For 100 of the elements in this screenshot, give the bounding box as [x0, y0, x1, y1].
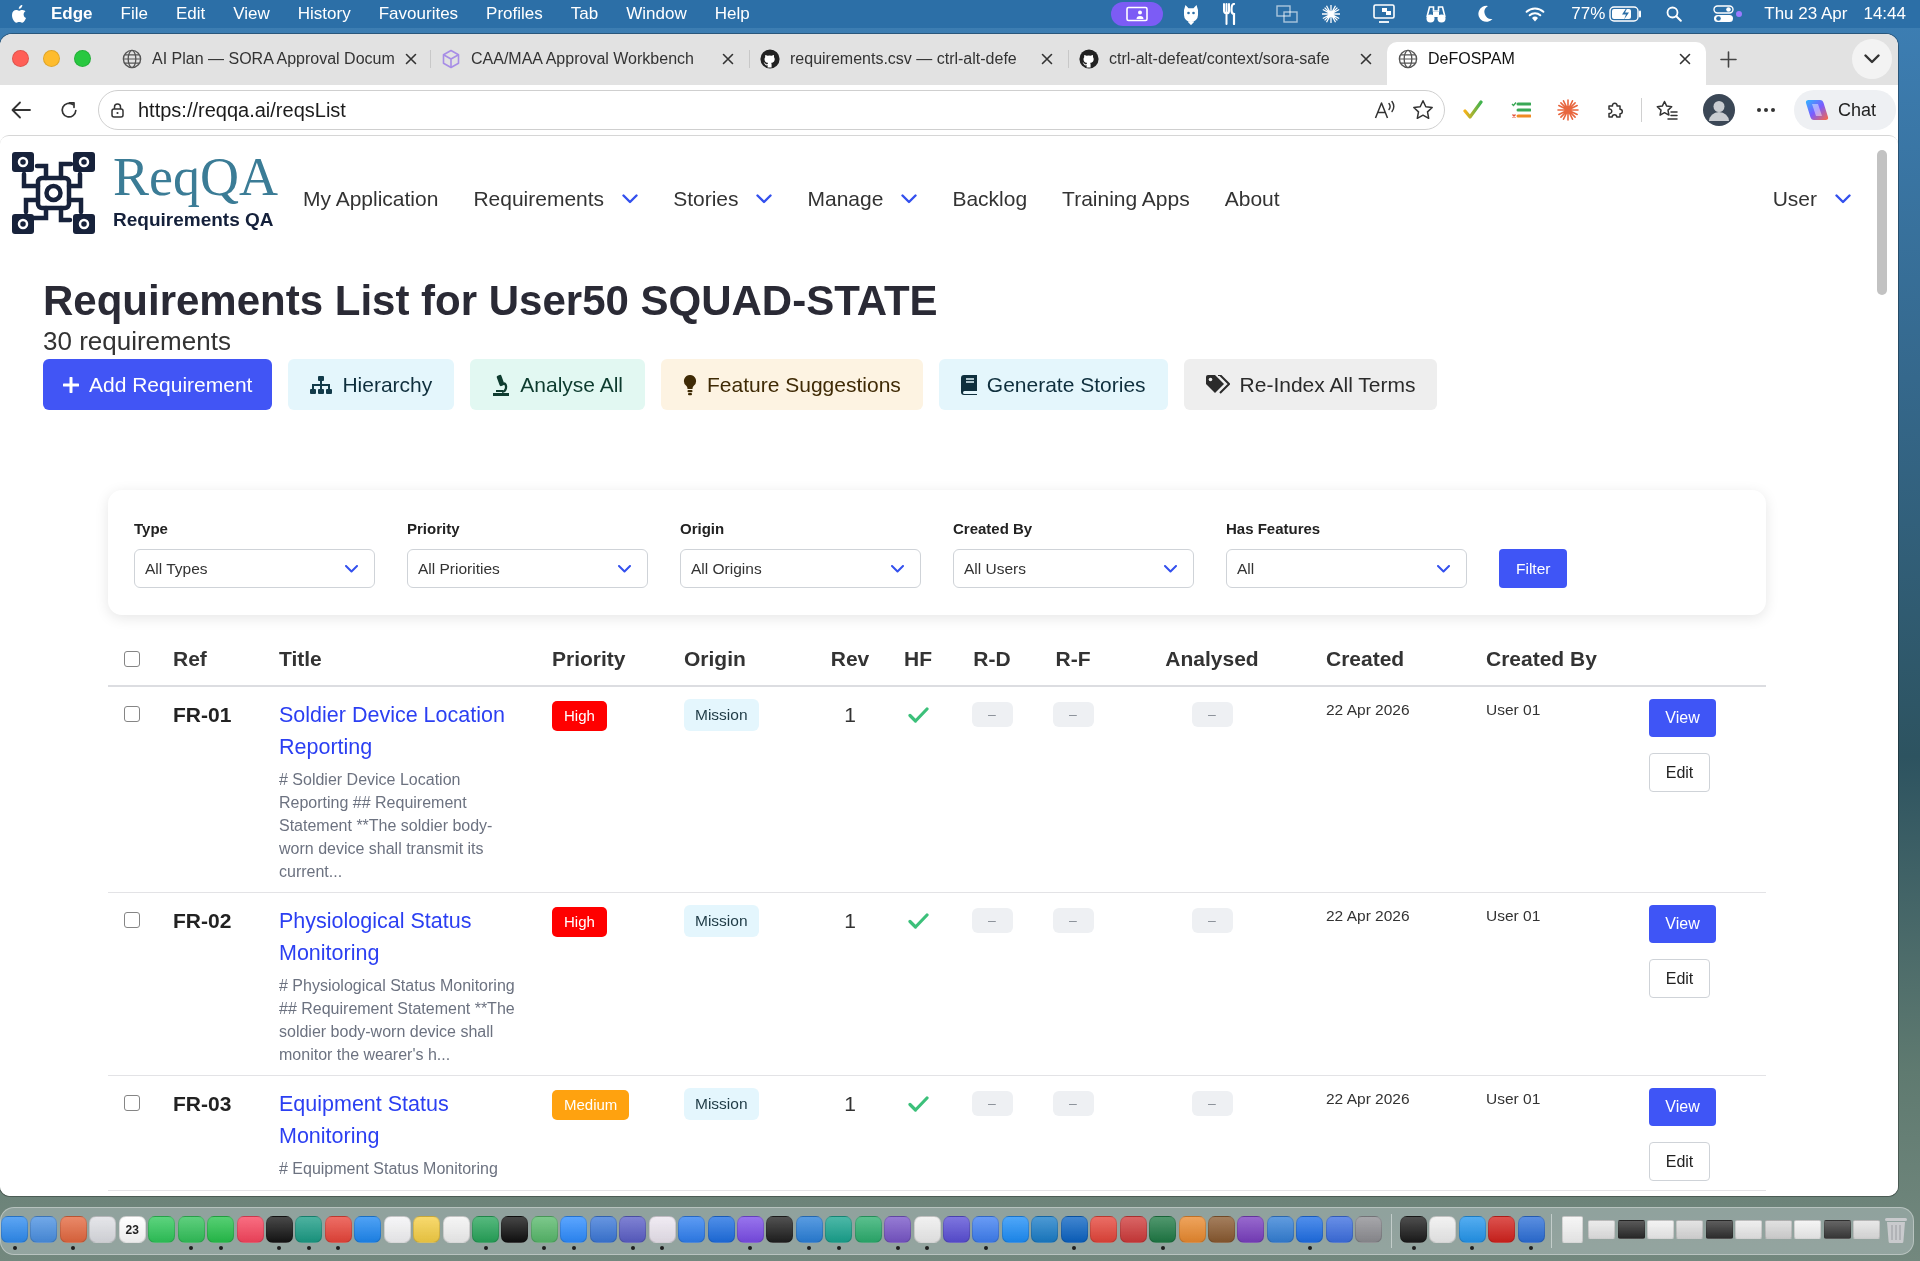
browser-tab[interactable]: CAA/MAA Approval Workbench [430, 42, 749, 85]
window-thumbnail[interactable] [1705, 1220, 1733, 1239]
window-thumbnail[interactable] [1853, 1220, 1880, 1239]
toggles-icon[interactable] [1713, 5, 1744, 23]
close-icon[interactable] [404, 53, 417, 65]
nav-menu[interactable]: Manage [807, 186, 918, 212]
requirement-title-link[interactable]: Physiological Status Monitoring [279, 905, 532, 969]
check-icon[interactable] [1463, 100, 1483, 120]
row-checkbox[interactable] [124, 1095, 140, 1111]
browser-tab[interactable]: DeFOSPAM [1387, 42, 1706, 85]
asterisk-icon[interactable] [1321, 4, 1342, 24]
menu-item[interactable]: History [297, 4, 351, 24]
type-select[interactable]: All Types [134, 549, 375, 588]
nav-link[interactable]: Backlog [952, 186, 1028, 212]
menu-item[interactable]: Profiles [486, 4, 543, 24]
requirement-title-link[interactable]: Soldier Device Location Reporting [279, 699, 532, 763]
browser-tab[interactable]: AI Plan — SORA Approval Docum [111, 42, 430, 85]
favorite-star-icon[interactable] [1412, 99, 1434, 121]
window-thumbnail[interactable] [1735, 1220, 1763, 1239]
close-window-button[interactable] [12, 50, 29, 67]
cat-head-icon[interactable] [1182, 3, 1201, 25]
select-all-checkbox[interactable] [124, 651, 140, 667]
sparkle-icon[interactable] [1557, 99, 1579, 121]
monitor-icon[interactable] [1373, 4, 1396, 24]
analyse-all-button[interactable]: Analyse All [470, 359, 646, 410]
nav-link[interactable]: About [1224, 186, 1280, 212]
close-icon[interactable] [722, 53, 734, 65]
priority-select[interactable]: All Priorities [407, 549, 648, 588]
user-menu[interactable]: User [1772, 186, 1851, 212]
window-thumbnail[interactable] [1823, 1220, 1851, 1239]
nav-menu[interactable]: Requirements [473, 186, 639, 212]
view-button[interactable]: View [1649, 905, 1716, 943]
binoculars-icon[interactable] [1425, 4, 1448, 24]
add-requirement-button[interactable]: Add Requirement [43, 359, 273, 410]
requirement-title-link[interactable]: Equipment Status Monitoring [279, 1088, 532, 1152]
close-icon[interactable] [1679, 53, 1691, 65]
window-thumbnail[interactable] [1794, 1220, 1822, 1239]
hierarchy-button[interactable]: Hierarchy [288, 359, 455, 410]
checklist-icon[interactable] [1511, 101, 1531, 119]
close-icon[interactable] [1360, 53, 1372, 65]
puzzle-icon[interactable] [1606, 100, 1626, 120]
search-icon[interactable] [1666, 6, 1683, 22]
reindex-terms-button[interactable]: Re-Index All Terms [1183, 359, 1438, 410]
menu-item[interactable]: Edit [175, 4, 206, 24]
app-icon[interactable] [766, 1216, 794, 1243]
new-tab-icon[interactable] [1720, 51, 1737, 68]
favorites-icon[interactable] [1656, 100, 1678, 120]
menu-item[interactable]: Help [714, 4, 750, 24]
view-button[interactable]: View [1649, 1088, 1716, 1126]
nav-menu[interactable]: Stories [673, 186, 773, 212]
maximize-window-button[interactable] [74, 50, 91, 67]
edit-button[interactable]: Edit [1649, 1142, 1710, 1181]
menu-item[interactable]: Window [626, 4, 687, 24]
avatar-icon[interactable] [1703, 94, 1735, 126]
nav-link[interactable]: Training Apps [1062, 186, 1190, 212]
lock-icon[interactable] [111, 102, 124, 118]
row-checkbox[interactable] [124, 912, 140, 928]
window-thumbnail[interactable] [1676, 1220, 1704, 1239]
has-features-select[interactable]: All [1226, 549, 1467, 588]
edit-button[interactable]: Edit [1649, 959, 1710, 998]
overlapping-windows-icon[interactable] [1276, 5, 1299, 23]
app-icon[interactable]: 23 [118, 1216, 146, 1243]
view-button[interactable]: View [1649, 699, 1716, 737]
close-icon[interactable] [1041, 53, 1053, 65]
screen-share-icon[interactable] [1111, 2, 1164, 26]
back-icon[interactable] [11, 101, 31, 119]
trash-icon[interactable] [1883, 1216, 1908, 1243]
app-icon[interactable] [1237, 1216, 1265, 1243]
edit-button[interactable]: Edit [1649, 753, 1710, 792]
minimize-window-button[interactable] [43, 50, 60, 67]
more-icon[interactable] [1756, 107, 1776, 113]
chat-button[interactable]: Chat [1794, 90, 1896, 130]
app-menu[interactable]: Edge [51, 4, 93, 24]
origin-select[interactable]: All Origins [680, 549, 921, 588]
browser-tab[interactable]: ctrl-alt-defeat/context/sora-safe [1068, 42, 1387, 85]
menu-item[interactable]: Tab [570, 4, 599, 24]
menu-item[interactable]: Favourites [378, 4, 459, 24]
app-icon[interactable] [1400, 1216, 1427, 1243]
menu-item[interactable]: View [233, 4, 270, 24]
created-by-select[interactable]: All Users [953, 549, 1194, 588]
tab-list-button[interactable] [1852, 39, 1892, 79]
nav-link[interactable]: My Application [303, 186, 439, 212]
app-icon[interactable] [265, 1216, 293, 1243]
window-thumbnail[interactable] [1764, 1220, 1792, 1239]
battery-icon[interactable] [1609, 6, 1644, 22]
wifi-icon[interactable] [1525, 6, 1546, 22]
document-icon[interactable] [1561, 1216, 1583, 1243]
filter-button[interactable]: Filter [1499, 549, 1568, 588]
generate-stories-button[interactable]: Generate Stories [938, 359, 1168, 410]
row-checkbox[interactable] [124, 706, 140, 722]
window-thumbnail[interactable] [1646, 1220, 1674, 1239]
colorful-logo-icon[interactable] [1804, 98, 1830, 122]
window-thumbnail[interactable] [1617, 1220, 1645, 1239]
feature-suggestions-button[interactable]: Feature Suggestions [661, 359, 923, 410]
read-aloud-icon[interactable] [1374, 100, 1396, 120]
reload-icon[interactable] [60, 101, 78, 119]
browser-tab[interactable]: requirements.csv — ctrl-alt-defe [749, 42, 1068, 85]
menu-item[interactable]: File [120, 4, 148, 24]
moon-icon[interactable] [1477, 5, 1494, 23]
scrollbar-thumb[interactable] [1877, 150, 1887, 295]
